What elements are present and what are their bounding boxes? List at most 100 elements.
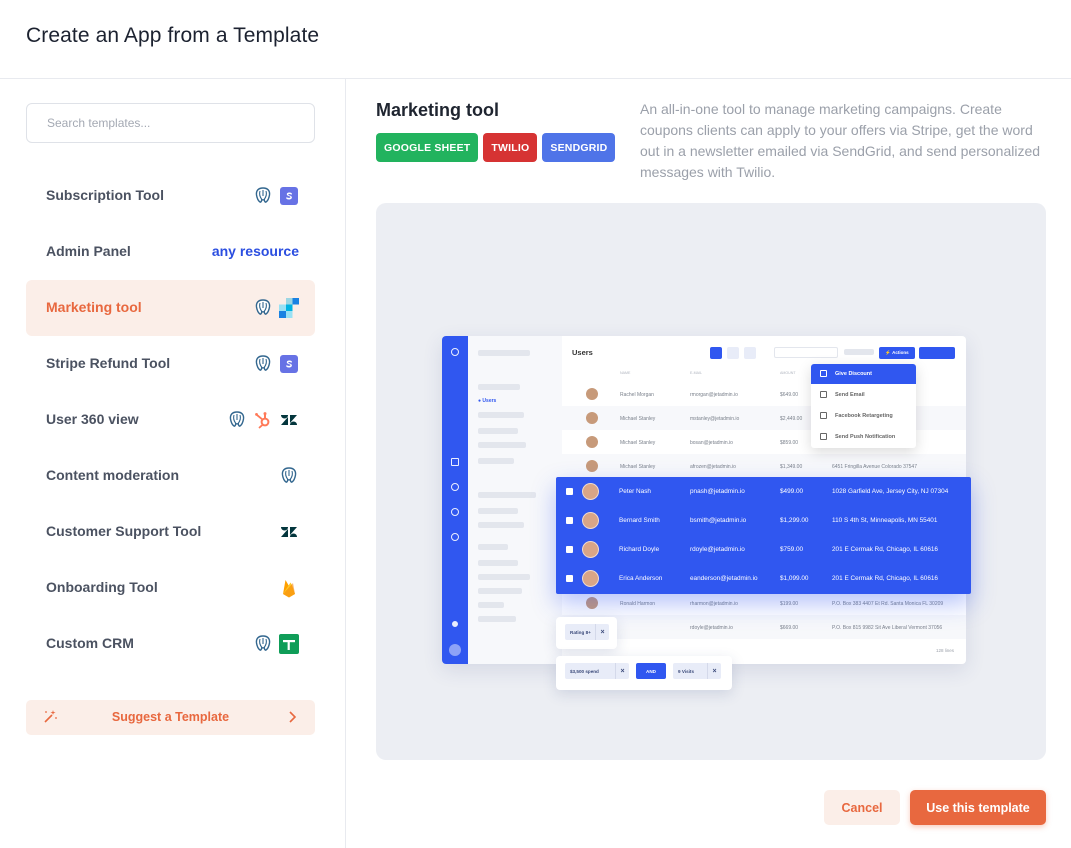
app-logo-icon	[451, 348, 459, 356]
selected-cell-email: rdoyle@jetadmin.io	[690, 546, 745, 553]
preview-cell-email: rdoyle@jetadmin.io	[690, 625, 733, 631]
preview-users-heading: Users	[572, 348, 593, 357]
avatar	[582, 512, 599, 529]
template-item[interactable]: Subscription Tool	[26, 168, 315, 224]
template-item-label: Customer Support Tool	[46, 523, 202, 539]
filter-chip-visits: 9 Visits ×	[673, 663, 721, 679]
preview-cell-amount: $649.00	[780, 392, 799, 398]
selected-cell-email: eanderson@jetadmin.io	[690, 575, 758, 582]
preview-menu-item: Give Discount	[811, 364, 916, 384]
template-item[interactable]: Customer Support Tool	[26, 504, 315, 560]
hubspot-icon	[253, 410, 273, 430]
filter-spend-label: $3,500 spend	[570, 668, 599, 674]
placeholder-bar	[478, 522, 524, 528]
checkbox-checked-icon	[566, 546, 573, 553]
integration-tags: GOOGLE SHEET TWILIO SENDGRID	[376, 133, 616, 162]
selected-cell-name: Peter Nash	[619, 488, 651, 495]
template-item[interactable]: Stripe Refund Tool	[26, 336, 315, 392]
integration-tag: TWILIO	[483, 133, 538, 162]
avatar	[582, 570, 599, 587]
dialog-header: Create an App from a Template	[0, 0, 1071, 79]
integration-icons	[253, 353, 299, 375]
filter-visits-label: 9 Visits	[678, 668, 695, 674]
preview-app-rail	[442, 336, 468, 664]
any-resource-tag: any resource	[211, 243, 299, 259]
selected-cell-name: Bernard Smith	[619, 517, 660, 524]
integration-icons	[279, 577, 299, 599]
close-icon: ×	[707, 663, 721, 679]
placeholder-bar	[478, 574, 530, 580]
preview-cell-amount: $2,449.00	[780, 416, 803, 422]
selected-cell-address: 201 E Cermak Rd, Chicago, IL 60616	[832, 546, 938, 553]
preview-cell-address: P.O. Box 383 4407 Et Rd. Santa Monica FL…	[832, 601, 944, 607]
template-preview: ● Users Users ⚡ Actions NAME E-MAIL AMOU…	[376, 203, 1046, 760]
integration-icons	[227, 409, 299, 431]
avatar	[586, 460, 598, 472]
checkbox-checked-icon	[566, 488, 573, 495]
sendgrid-icon	[279, 298, 299, 318]
selected-rows-panel: Peter Nash pnash@jetadmin.io $499.00 1028 G…	[556, 477, 971, 594]
postgresql-icon	[253, 186, 273, 206]
placeholder-bar	[478, 544, 508, 550]
integration-icons	[253, 633, 299, 655]
template-item[interactable]: Admin Panel any resource	[26, 224, 315, 280]
template-item-label: Marketing tool	[46, 299, 142, 315]
template-item[interactable]: Content moderation	[26, 448, 315, 504]
search-input[interactable]	[27, 104, 314, 142]
cancel-button[interactable]: Cancel	[824, 790, 900, 825]
template-item[interactable]: Custom CRM	[26, 616, 315, 672]
zendesk-icon	[279, 410, 299, 430]
avatar	[449, 644, 461, 656]
template-item[interactable]: Onboarding Tool	[26, 560, 315, 616]
template-item-label: Admin Panel	[46, 243, 131, 259]
preview-menu-item: Send Email	[811, 385, 916, 405]
zendesk-icon	[279, 522, 299, 542]
template-item-label: Stripe Refund Tool	[46, 355, 171, 371]
avatar	[586, 597, 598, 609]
template-item[interactable]: Marketing tool	[26, 280, 315, 336]
preview-table-row: rdoyle@jetadmin.io $669.00 P.O. Box 815 99…	[562, 615, 966, 639]
checkbox-checked-icon	[566, 517, 573, 524]
placeholder-bar	[478, 350, 530, 356]
avatar	[586, 388, 598, 400]
preview-cell-amount: $859.00	[780, 440, 799, 446]
column-header: NAME	[620, 371, 631, 375]
firebase-icon	[279, 578, 299, 598]
placeholder-bar	[478, 602, 504, 608]
preview-cell-address: P.O. Box 815 9982 Sit Ave Liberal Vermon…	[832, 625, 943, 631]
preview-nav-users-label: Users	[482, 398, 497, 404]
postgresql-icon	[227, 410, 247, 430]
column-header: E-MAIL	[690, 371, 702, 375]
selected-cell-name: Richard Doyle	[619, 546, 660, 553]
postgresql-icon	[279, 466, 299, 486]
postgresql-icon	[253, 354, 273, 374]
preview-cell-name: Michael Stanley	[620, 416, 656, 422]
integration-tag: GOOGLE SHEET	[376, 133, 479, 162]
preview-cell-name: Ronald Harmon	[620, 601, 656, 607]
preview-table-row: Ronald Harmon rharmon@jetadmin.io $199.00 P…	[562, 591, 966, 615]
postgresql-icon	[253, 634, 273, 654]
users-icon	[820, 412, 827, 419]
selected-row: Erica Anderson eanderson@jetadmin.io $1,09…	[556, 564, 971, 593]
preview-cell-email: mstanley@jetadmin.io	[690, 416, 740, 422]
suggest-template-button[interactable]: Suggest a Template	[26, 700, 315, 735]
dialog-title: Create an App from a Template	[26, 24, 320, 47]
use-template-button[interactable]: Use this template	[910, 790, 1046, 825]
preview-menu-label: Facebook Retargeting	[835, 413, 893, 419]
template-detail: Marketing tool GOOGLE SHEET TWILIO SENDGRI…	[346, 79, 1071, 848]
filter-rating-label: Rating 8+	[570, 629, 591, 635]
search-box[interactable]	[26, 103, 315, 143]
avatar	[582, 483, 599, 500]
preview-menu-label: Give Discount	[835, 371, 872, 377]
preview-menu-item: Facebook Retargeting	[811, 406, 916, 426]
placeholder-bar	[478, 458, 514, 464]
preview-menu-label: Send Email	[835, 392, 865, 398]
template-item[interactable]: User 360 view	[26, 392, 315, 448]
filter-chip-rating: Rating 8+ ×	[565, 624, 609, 640]
stripe-icon	[279, 354, 299, 374]
preview-actions-label: Actions	[892, 350, 909, 355]
grid-icon	[451, 458, 459, 466]
send-icon	[820, 433, 827, 440]
filter-chip-spend: $3,500 spend ×	[565, 663, 629, 679]
selected-cell-amount: $1,299.00	[780, 517, 809, 524]
